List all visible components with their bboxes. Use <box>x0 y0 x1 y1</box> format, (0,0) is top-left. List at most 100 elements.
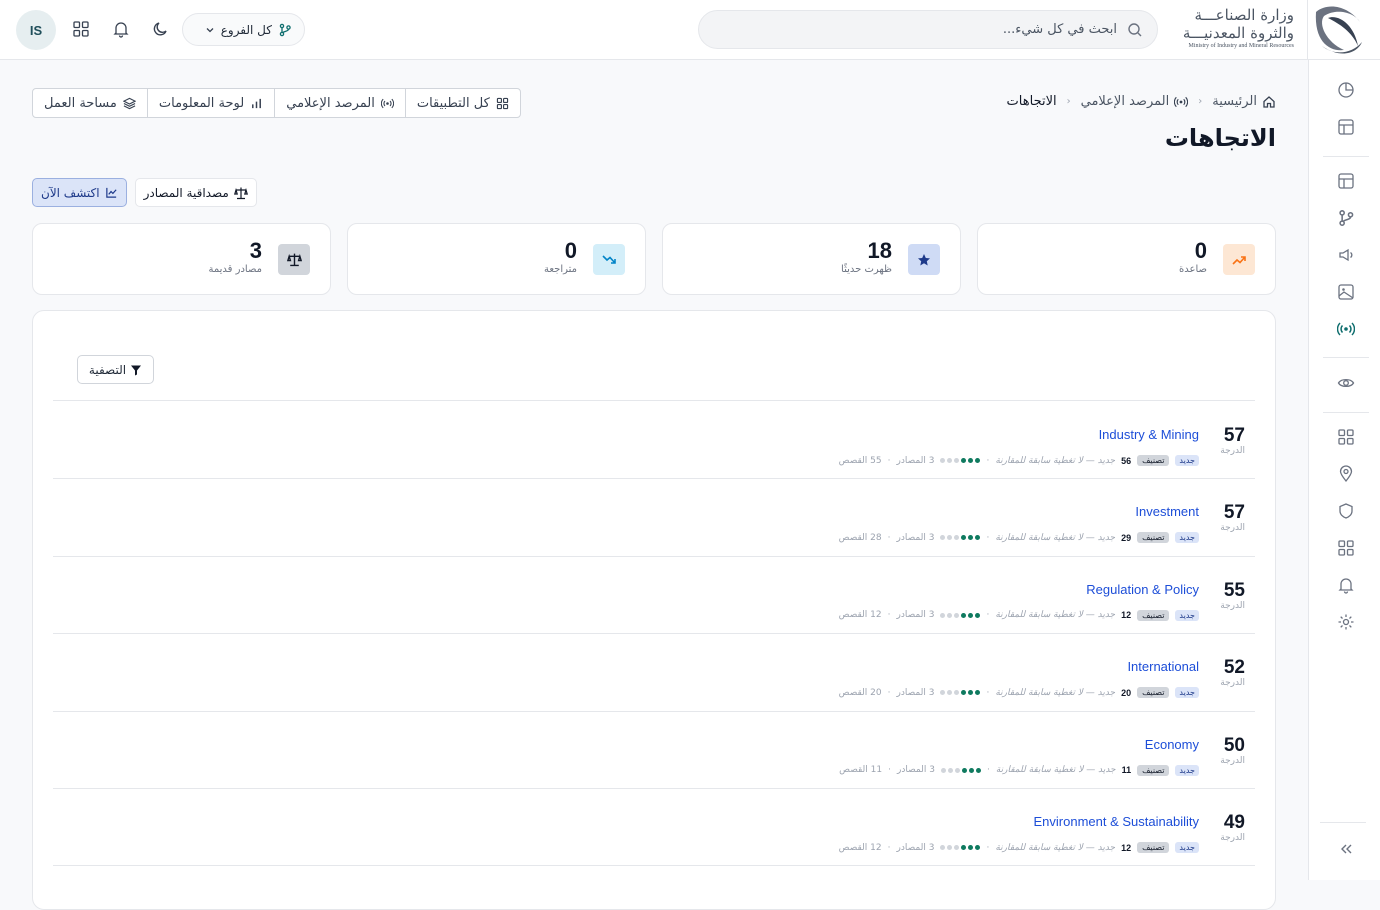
source-credibility-button[interactable]: مصداقية المصادر <box>134 178 257 207</box>
source-credibility-label: مصداقية المصادر <box>143 185 229 200</box>
source-dot <box>947 612 953 618</box>
sidebar-item-apps[interactable] <box>1336 427 1356 447</box>
meta-separator: · <box>887 532 891 543</box>
top-bar: وزارة الصناعـــة والثروة المعدنيـــة Min… <box>0 0 1380 60</box>
discover-now-button[interactable]: اكتشف الآن <box>32 178 127 207</box>
trend-row[interactable]: 57 الدرجة Industry & Mining جديد تصنيف 56 جديد… <box>53 401 1255 478</box>
sidebar-item-dashboard[interactable] <box>1336 171 1356 191</box>
source-credibility-dots <box>940 690 981 696</box>
source-dot <box>954 535 960 541</box>
trend-name-link[interactable]: Industry & Mining <box>1099 427 1199 442</box>
grid-icon <box>1338 540 1354 556</box>
sidebar-item-branches[interactable] <box>1336 208 1356 228</box>
meta-separator: · <box>986 687 990 698</box>
source-dot <box>947 767 953 773</box>
trend-meta: جديد تصنيف 56 جديد — لا تغطية سابقة للمقارن… <box>839 455 1199 466</box>
sidebar-item-modules[interactable] <box>1336 538 1356 558</box>
trend-count: 11 <box>1121 765 1132 776</box>
layout-icon <box>1338 119 1354 135</box>
trend-stories: 12 القصص <box>838 842 882 853</box>
trend-score: 49 <box>1223 812 1245 833</box>
chevron-down-icon <box>206 27 214 32</box>
page-actions: اكتشف الآن مصداقية المصادر <box>32 178 257 207</box>
trend-name-link[interactable]: International <box>1127 659 1199 674</box>
app-nav-media-observatory[interactable]: المرصد الإعلامي <box>274 89 405 117</box>
trend-row[interactable]: 57 الدرجة Investment جديد تصنيف 29 جديد — لا ت… <box>53 478 1255 555</box>
search-input[interactable] <box>717 11 1117 48</box>
classification-badge: تصنيف <box>1137 687 1170 699</box>
grid-icon <box>496 97 508 109</box>
org-name-en: Ministry of Industry and Mineral Resourc… <box>1188 43 1294 49</box>
source-dot <box>947 690 953 696</box>
source-dot <box>975 458 981 463</box>
sidebar-item-media[interactable] <box>1336 282 1356 302</box>
sidebar-item-analytics[interactable] <box>1336 80 1356 100</box>
breadcrumb-home[interactable]: الرئيسية <box>1212 94 1276 109</box>
trend-sources: 3 المصادر <box>896 455 935 466</box>
sidebar-divider <box>1323 412 1369 413</box>
stat-label: ظهرت حديثًا <box>841 264 892 275</box>
branch-selector-label: كل الفروع <box>220 22 272 37</box>
branch-icon <box>279 23 291 36</box>
breadcrumb-separator-icon: ‹ <box>1198 96 1203 107</box>
sidebar-item-layout[interactable] <box>1336 117 1356 137</box>
main-content: الرئيسية ‹ المرصد الإعلامي ‹ الاتجاهات ا… <box>0 60 1308 910</box>
sidebar-item-notifications[interactable] <box>1336 575 1356 595</box>
sidebar-item-announcements[interactable] <box>1336 245 1356 265</box>
meta-separator: · <box>887 687 891 698</box>
app-nav-workspace[interactable]: مساحة العمل <box>33 89 147 117</box>
trending-down-icon <box>602 254 616 264</box>
branch-selector[interactable]: كل الفروع <box>182 13 305 46</box>
trend-name-link[interactable]: Environment & Sustainability <box>1034 814 1199 829</box>
global-search[interactable] <box>698 10 1158 49</box>
sidebar-item-settings[interactable] <box>1336 612 1356 632</box>
sidebar-item-media-observatory[interactable] <box>1336 319 1356 339</box>
stat-card-new: 18 ظهرت حديثًا <box>662 223 961 295</box>
trend-count: 20 <box>1121 687 1132 698</box>
sidebar <box>1308 60 1380 880</box>
source-dot <box>975 612 981 618</box>
meta-separator: · <box>888 765 891 776</box>
pie-chart-icon <box>1338 82 1354 98</box>
trend-name-link[interactable]: Economy <box>1145 737 1199 752</box>
user-avatar[interactable]: IS <box>16 10 56 50</box>
sidebar-item-monitoring[interactable] <box>1336 373 1356 393</box>
stat-card-declining: 0 متراجعة <box>347 223 646 295</box>
trend-row[interactable]: 52 الدرجة International جديد تصنيف 20 جديد — ل… <box>53 633 1255 710</box>
sidebar-item-security[interactable] <box>1336 501 1356 521</box>
trend-count: 12 <box>1121 842 1132 853</box>
source-dot <box>968 612 974 618</box>
trend-score-label: الدرجة <box>1220 833 1245 843</box>
trend-meta: جديد تصنيف 20 جديد — لا تغطية سابقة للمقارن… <box>839 687 1199 699</box>
app-nav: كل التطبيقات المرصد الإعلامي لوحة المعلو… <box>32 88 521 118</box>
app-nav-dashboard[interactable]: لوحة المعلومات <box>146 89 274 117</box>
dark-mode-toggle[interactable] <box>150 18 172 40</box>
stat-card-rising: 0 صاعدة <box>977 223 1276 295</box>
trend-name-link[interactable]: Regulation & Policy <box>1086 582 1199 597</box>
classification-badge: تصنيف <box>1137 532 1170 544</box>
source-credibility-dots <box>940 612 981 618</box>
source-dot <box>947 845 953 850</box>
trend-score-label: الدرجة <box>1220 678 1245 689</box>
trend-row[interactable]: 50 الدرجة Economy جديد تصنيف 11 جديد — لا تغطي… <box>53 711 1255 788</box>
sidebar-collapse-button[interactable] <box>1336 839 1356 859</box>
meta-separator: · <box>887 455 891 466</box>
source-dot <box>954 612 960 618</box>
map-pin-icon <box>1339 465 1353 483</box>
trend-row[interactable]: 49 الدرجة Environment & Sustainability جديد… <box>53 788 1255 865</box>
scale-icon <box>233 187 248 199</box>
layout-icon <box>1338 173 1354 189</box>
app-nav-all-apps[interactable]: كل التطبيقات <box>404 89 520 117</box>
apps-grid-button[interactable] <box>70 18 92 40</box>
trend-row[interactable]: 55 الدرجة Regulation & Policy جديد تصنيف 12 جد… <box>53 556 1255 633</box>
trending-up-icon <box>1232 255 1246 265</box>
ministry-logo-icon[interactable] <box>1308 2 1364 58</box>
trend-name-link[interactable]: Investment <box>1135 504 1199 519</box>
source-dot <box>947 535 953 541</box>
filter-button[interactable]: التصفية <box>77 355 154 384</box>
broadcast-icon <box>1174 96 1189 107</box>
breadcrumb-media-observatory[interactable]: المرصد الإعلامي <box>1081 94 1189 109</box>
grid-icon <box>73 21 89 37</box>
sidebar-item-locations[interactable] <box>1336 464 1356 484</box>
notifications-button[interactable] <box>110 18 132 40</box>
